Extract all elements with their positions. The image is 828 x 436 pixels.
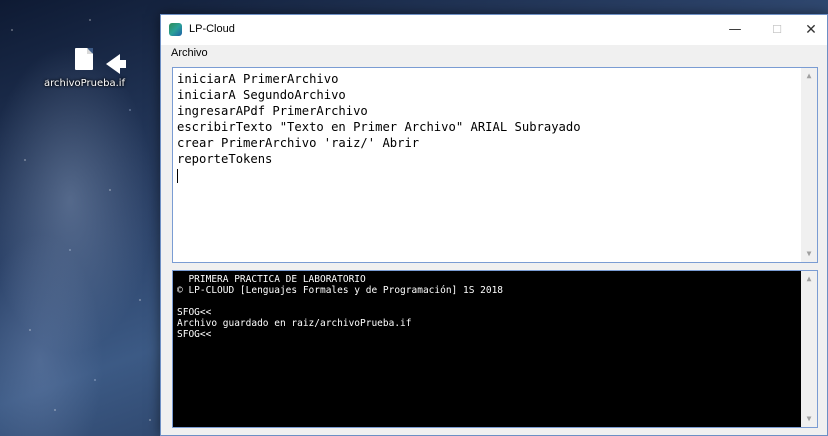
editor-line: crear PrimerArchivo 'raiz/' Abrir	[177, 136, 420, 150]
scroll-up-icon[interactable]: ▲	[801, 68, 817, 84]
menu-archivo[interactable]: Archivo	[171, 47, 208, 59]
close-button[interactable]: ✕	[793, 15, 828, 45]
console-line: SFOG<<	[177, 307, 212, 318]
console-line: SFOG<<	[177, 329, 212, 340]
editor-line: reporteTokens	[177, 152, 273, 166]
console-output[interactable]: PRIMERA PRACTICA DE LABORATORIO © LP-CLO…	[172, 270, 818, 428]
editor-line: iniciarA PrimerArchivo	[177, 72, 339, 86]
menu-bar: Archivo	[161, 45, 827, 65]
code-editor[interactable]: iniciarA PrimerArchivo iniciarA SegundoA…	[172, 67, 818, 263]
editor-line: iniciarA SegundoArchivo	[177, 88, 346, 102]
editor-line: ingresarAPdf PrimerArchivo	[177, 104, 368, 118]
console-scrollbar[interactable]: ▲ ▼	[801, 271, 817, 427]
app-window: LP-Cloud — ☐ ✕ Archivo iniciarA PrimerAr…	[160, 14, 828, 436]
app-logo-icon	[169, 23, 182, 36]
pointer-arrow-icon	[106, 54, 126, 74]
console-line: Archivo guardado en raiz/archivoPrueba.i…	[177, 318, 412, 329]
console-line: © LP-CLOUD [Lenguajes Formales y de Prog…	[177, 285, 504, 296]
scroll-down-icon[interactable]: ▼	[801, 411, 817, 427]
editor-caret-line	[177, 167, 801, 183]
window-title: LP-Cloud	[189, 23, 235, 35]
title-bar[interactable]: LP-Cloud — ☐ ✕	[161, 15, 827, 45]
editor-scrollbar[interactable]: ▲ ▼	[801, 68, 817, 262]
document-icon	[75, 48, 93, 70]
console-line: PRIMERA PRACTICA DE LABORATORIO	[177, 274, 366, 285]
maximize-button[interactable]: ☐	[759, 15, 795, 45]
editor-line: escribirTexto "Texto en Primer Archivo" …	[177, 120, 581, 134]
minimize-button[interactable]: —	[717, 15, 753, 45]
text-caret	[177, 168, 178, 183]
scroll-down-icon[interactable]: ▼	[801, 246, 817, 262]
desktop-file-label: archivoPrueba.if	[44, 78, 126, 89]
scroll-up-icon[interactable]: ▲	[801, 271, 817, 287]
